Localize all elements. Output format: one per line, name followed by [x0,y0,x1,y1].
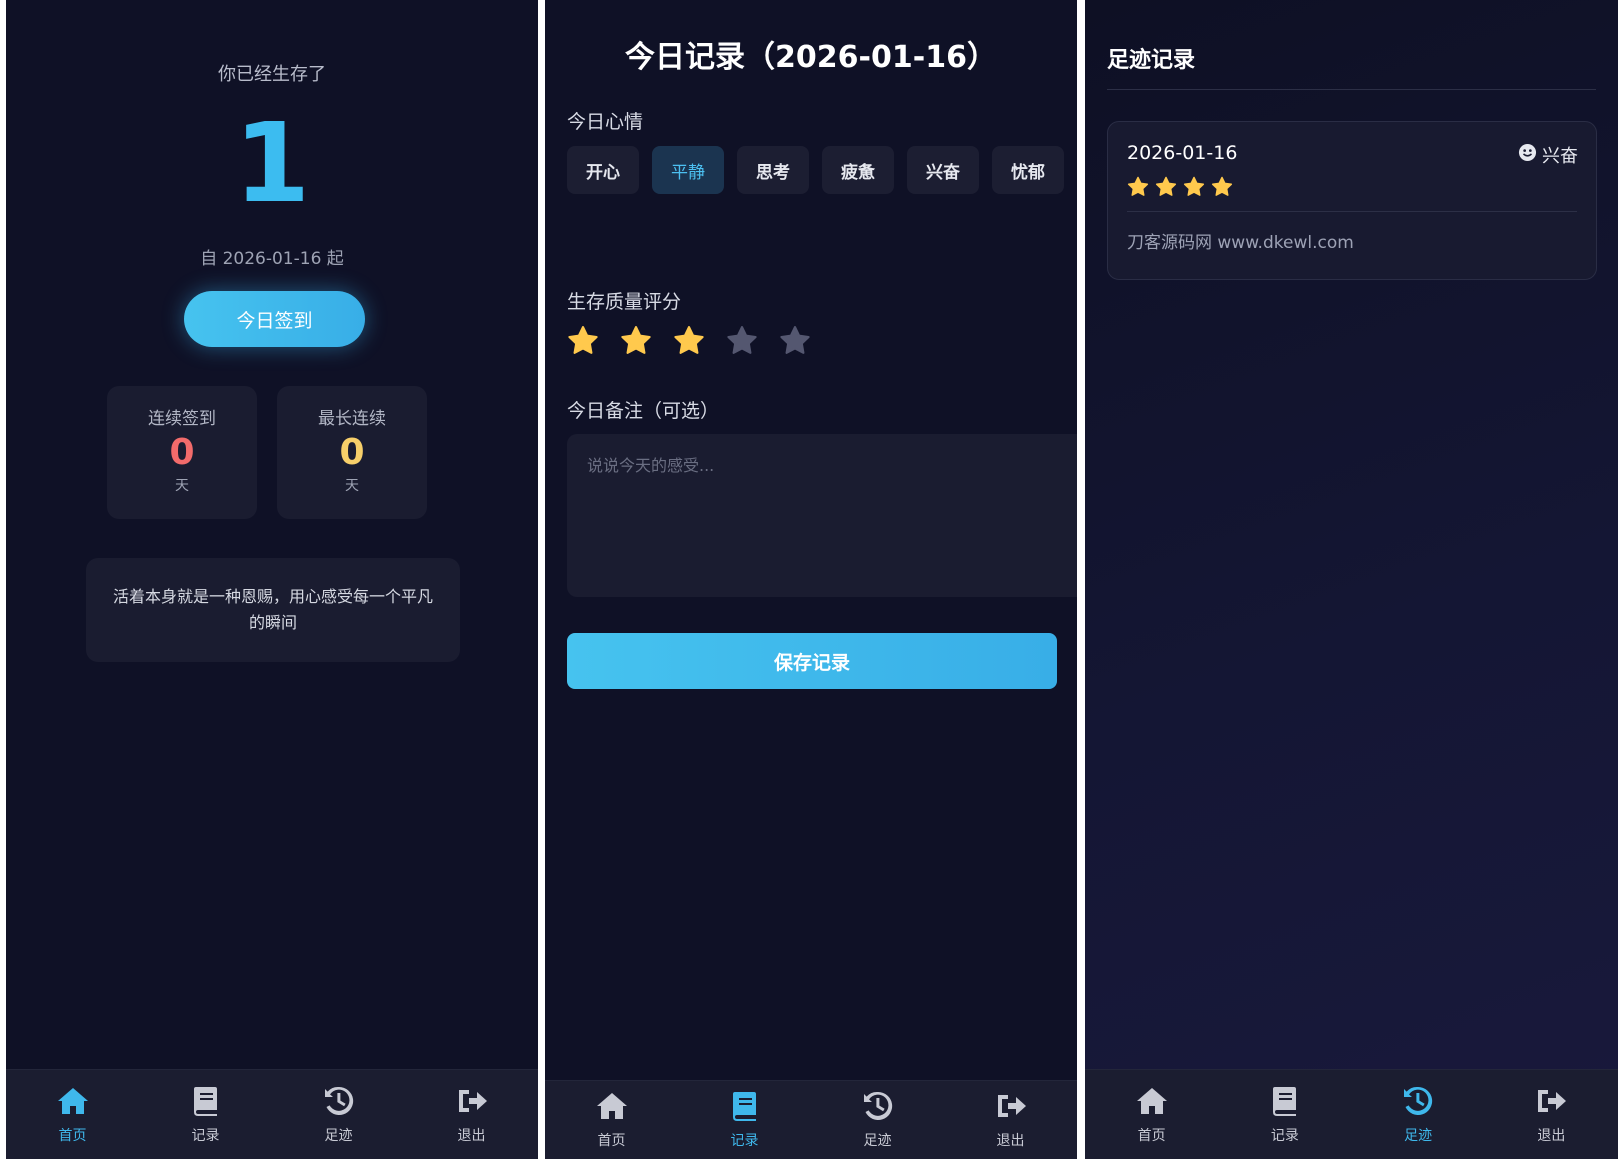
nav-item-footprints[interactable]: 足迹 [838,1090,918,1150]
nav-label: 记录 [730,1133,759,1149]
stat-title: 连续签到 [148,409,216,429]
sign-out-icon [1534,1085,1568,1121]
nav-label: 退出 [457,1127,486,1144]
note-label: 今日备注（可选） [567,400,720,422]
star-icon[interactable] [673,325,705,361]
entry-rating [1127,176,1577,202]
stat-unit: 天 [175,477,189,494]
mood-options: 开心 平静 思考 疲惫 兴奋 忧郁 [567,146,1067,194]
entry-date: 2026-01-16 [1127,142,1238,164]
page-title: 今日记录（2026-01-16） [625,40,997,75]
stat-unit: 天 [345,477,359,494]
star-icon [1127,176,1149,202]
history-icon [322,1085,356,1121]
entry-note: 刀客源码网 www.dkewl.com [1127,233,1354,253]
note-textarea[interactable] [567,434,1077,597]
nav-item-logout[interactable]: 退出 [1511,1085,1591,1145]
rating-label: 生存质量评分 [567,291,682,313]
nav-item-record[interactable]: 记录 [705,1090,785,1150]
star-icon [1155,176,1177,202]
nav-item-record[interactable]: 记录 [1245,1085,1325,1145]
nav-item-record[interactable]: 记录 [166,1085,246,1145]
entry-mood: 兴奋 [1518,142,1578,168]
bottom-nav: 首页 记录 足迹 退出 [1085,1069,1618,1159]
footprints-screen: 足迹记录 2026-01-16 兴奋 刀客源码网 www.dkewl.com 首… [1085,0,1618,1159]
star-icon[interactable] [779,325,811,361]
star-icon[interactable] [567,325,599,361]
save-record-button[interactable]: 保存记录 [567,633,1057,689]
sign-out-icon [455,1085,489,1121]
since-date: 自 2026-01-16 起 [200,249,344,269]
star-icon[interactable] [620,325,652,361]
longest-streak-value: 0 [339,432,365,473]
book-icon [1268,1085,1302,1121]
current-streak-value: 0 [169,432,195,473]
rating-stars [567,325,811,361]
nav-label: 退出 [1537,1127,1566,1144]
nav-item-footprints[interactable]: 足迹 [299,1085,379,1145]
bottom-nav: 首页 记录 足迹 退出 [6,1069,538,1159]
home-icon [595,1090,629,1126]
nav-item-logout[interactable]: 退出 [432,1085,512,1145]
current-streak-card: 连续签到 0 天 [107,386,257,519]
mood-label: 今日心情 [567,111,644,133]
smile-icon [1518,143,1537,167]
survival-days: 1 [233,99,311,227]
star-icon [1183,176,1205,202]
home-icon [1135,1085,1169,1121]
checkin-button[interactable]: 今日签到 [184,291,365,347]
book-icon [189,1085,223,1121]
nav-label: 首页 [58,1127,87,1144]
home-icon [56,1085,90,1121]
star-icon[interactable] [726,325,758,361]
nav-label: 足迹 [863,1133,892,1149]
entry-mood-text: 兴奋 [1542,146,1578,167]
history-icon [1401,1085,1435,1121]
nav-label: 退出 [996,1133,1025,1149]
star-icon [1211,176,1233,202]
book-icon [728,1090,762,1126]
mood-option[interactable]: 开心 [567,146,639,194]
mood-option[interactable]: 平静 [652,146,724,194]
nav-item-home[interactable]: 首页 [33,1085,113,1145]
stat-title: 最长连续 [318,409,386,429]
sign-out-icon [994,1090,1028,1126]
record-screen: 今日记录（2026-01-16） 今日心情 开心 平静 思考 疲惫 兴奋 忧郁 生存质量评… [545,0,1077,1159]
nav-item-home[interactable]: 首页 [572,1090,652,1150]
mood-option[interactable]: 疲惫 [822,146,894,194]
mood-option[interactable]: 兴奋 [907,146,979,194]
nav-label: 记录 [1270,1127,1299,1144]
divider [1127,211,1577,212]
nav-item-logout[interactable]: 退出 [971,1090,1051,1150]
mood-option[interactable]: 忧郁 [992,146,1064,194]
page-title: 足迹记录 [1107,48,1196,73]
nav-label: 首页 [597,1133,626,1149]
daily-quote: 活着本身就是一种恩赐，用心感受每一个平凡的瞬间 [86,558,460,662]
longest-streak-card: 最长连续 0 天 [277,386,427,519]
survival-subtitle: 你已经生存了 [218,64,326,85]
history-icon [861,1090,895,1126]
home-screen: 你已经生存了 1 自 2026-01-16 起 今日签到 连续签到 0 天 最长… [6,0,538,1159]
nav-label: 首页 [1137,1127,1166,1144]
nav-label: 足迹 [324,1127,353,1144]
mood-option[interactable]: 思考 [737,146,809,194]
nav-label: 记录 [191,1127,220,1144]
nav-item-footprints[interactable]: 足迹 [1378,1085,1458,1145]
divider [1107,89,1596,90]
nav-label: 足迹 [1404,1127,1433,1144]
bottom-nav: 首页 记录 足迹 退出 [545,1080,1077,1159]
nav-item-home[interactable]: 首页 [1112,1085,1192,1145]
footprint-card[interactable]: 2026-01-16 兴奋 刀客源码网 www.dkewl.com [1107,121,1597,280]
